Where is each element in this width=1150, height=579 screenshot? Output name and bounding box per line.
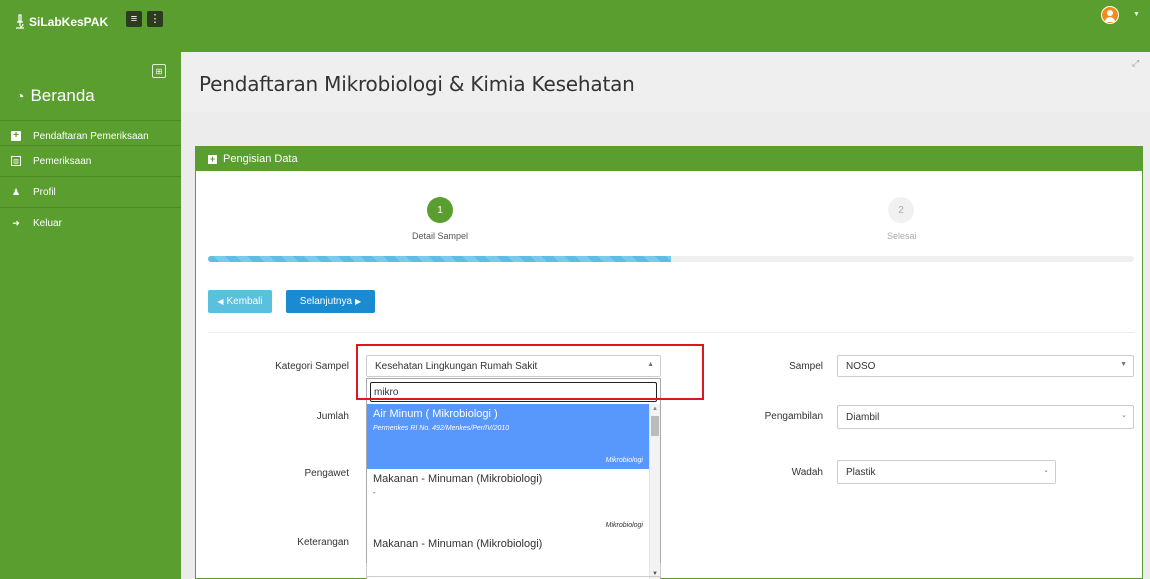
- next-button-label: Selanjutnya: [299, 296, 353, 307]
- step-2-label: Selesai: [887, 231, 917, 241]
- sampel-select[interactable]: NOSO ▼: [837, 355, 1134, 377]
- hamburger-icon: ≡: [130, 12, 138, 25]
- dropdown-search-value: mikro: [374, 386, 399, 398]
- dropdown-option[interactable]: Makanan - Minuman (Mikrobiologi) - Mikro…: [367, 469, 649, 534]
- option-subtitle: Permenkes RI No. 492/Menkes/Per/IV/2010: [373, 425, 510, 432]
- kategori-sampel-label: Kategori Sampel: [275, 361, 349, 372]
- next-button[interactable]: Selanjutnya ▶: [286, 290, 375, 313]
- sidebar-item-label: Pendaftaran Pemeriksaan: [33, 130, 149, 142]
- option-title: Air Minum ( Mikrobiologi ): [373, 408, 498, 420]
- more-options-button[interactable]: ⋮: [147, 11, 163, 27]
- pengambilan-value: Diambil: [846, 411, 880, 423]
- plus-square-icon: +: [208, 153, 217, 164]
- plus-square-icon: +: [11, 131, 21, 141]
- back-button-label: Kembali: [226, 296, 263, 307]
- progress-fill: [208, 256, 671, 262]
- pengambilan-label: Pengambilan: [764, 411, 823, 422]
- sidebar-item-label: Pemeriksaan: [33, 155, 92, 167]
- dropdown-scrollbar[interactable]: ▲ ▼: [649, 404, 660, 579]
- sampel-label: Sampel: [789, 361, 823, 372]
- kategori-sampel-select[interactable]: Kesehatan Lingkungan Rumah Sakit ▲: [366, 355, 661, 377]
- brand-name: SiLabKesPAK: [29, 15, 109, 29]
- main-content: Pendaftaran Mikrobiologi & Kimia Kesehat…: [181, 52, 1150, 579]
- page-title: Pendaftaran Mikrobiologi & Kimia Kesehat…: [199, 72, 635, 96]
- top-navbar: SiLabKesPAK ≡ ⋮ ▼: [0, 0, 1150, 52]
- menu-toggle-button[interactable]: ≡: [126, 11, 142, 27]
- option-category: Mikrobiologi: [605, 522, 643, 529]
- dropdown-options-list: Air Minum ( Mikrobiologi ) Permenkes RI …: [367, 404, 649, 579]
- sidebar-item-label: Keluar: [33, 217, 62, 229]
- keterangan-textarea[interactable]: [366, 563, 661, 577]
- step-1-label: Detail Sampel: [412, 231, 469, 241]
- sidebar-item-pemeriksaan[interactable]: ▥ Pemeriksaan: [0, 145, 181, 176]
- sidebar-item-profil[interactable]: ♟ Profil: [0, 176, 181, 207]
- keterangan-label: Keterangan: [297, 537, 349, 548]
- sidebar-home-link[interactable]: ◔ Beranda: [16, 86, 95, 106]
- sidebar-item-keluar[interactable]: ➜ Keluar: [0, 207, 181, 238]
- step-1-indicator: 1: [427, 197, 453, 223]
- wadah-label: Wadah: [791, 467, 823, 478]
- chevron-down-icon[interactable]: ▼: [1133, 11, 1140, 18]
- microscope-icon: [16, 14, 24, 29]
- scroll-up-icon[interactable]: ▲: [652, 406, 658, 412]
- brand-logo[interactable]: SiLabKesPAK: [14, 14, 108, 30]
- option-subtitle: -: [373, 490, 376, 497]
- wadah-value: Plastik: [846, 466, 876, 478]
- dashboard-icon: ◔: [16, 88, 25, 104]
- arrow-left-circle-icon: ◀: [217, 297, 224, 306]
- divider: [208, 332, 1134, 333]
- dropdown-option[interactable]: Air Minum ( Mikrobiologi ) Permenkes RI …: [367, 404, 649, 469]
- user-avatar-icon[interactable]: [1101, 6, 1119, 24]
- panel-header: + Pengisian Data: [196, 147, 1142, 171]
- grid-icon: ▥: [11, 156, 21, 166]
- sidebar: ⊞ ◔ Beranda + Pendaftaran Pemeriksaan ▥ …: [0, 52, 181, 579]
- form-panel: + Pengisian Data 1 Detail Sampel 2 Seles…: [195, 146, 1143, 579]
- user-icon: ♟: [11, 186, 21, 197]
- chevron-down-icon: ⌄: [1121, 412, 1127, 419]
- fullscreen-icon[interactable]: ⤢: [1132, 58, 1139, 69]
- sidebar-collapse-icon[interactable]: ⊞: [152, 64, 166, 78]
- dropdown-search-input[interactable]: mikro: [370, 382, 657, 402]
- option-category: Mikrobiologi: [605, 457, 643, 464]
- scrollbar-thumb[interactable]: [651, 416, 659, 436]
- sidebar-header: ⊞ ◔ Beranda: [0, 52, 181, 120]
- sidebar-home-label: Beranda: [30, 86, 95, 105]
- kategori-dropdown: mikro Air Minum ( Mikrobiologi ) Permenk…: [366, 378, 661, 579]
- panel-title: Pengisian Data: [223, 153, 298, 165]
- sign-out-icon: ➜: [12, 217, 20, 228]
- option-title: Makanan - Minuman (Mikrobiologi): [373, 538, 543, 550]
- chevron-down-icon: ⌄: [1043, 467, 1049, 474]
- chevron-down-icon: ▼: [1120, 361, 1127, 368]
- chevron-up-icon: ▲: [647, 361, 654, 368]
- vertical-dots-icon: ⋮: [149, 12, 161, 25]
- back-button[interactable]: ◀ Kembali: [208, 290, 272, 313]
- kategori-sampel-value: Kesehatan Lingkungan Rumah Sakit: [375, 360, 538, 372]
- option-title: Makanan - Minuman (Mikrobiologi): [373, 473, 543, 485]
- sampel-value: NOSO: [846, 360, 876, 372]
- step-2-indicator: 2: [888, 197, 914, 223]
- sidebar-item-label: Profil: [33, 186, 56, 198]
- wadah-select[interactable]: Plastik ⌄: [837, 460, 1056, 484]
- jumlah-label: Jumlah: [316, 411, 349, 422]
- wizard-progress-bar: [208, 256, 1134, 262]
- page-header: Pendaftaran Mikrobiologi & Kimia Kesehat…: [181, 52, 1150, 112]
- pengawet-label: Pengawet: [304, 468, 349, 479]
- arrow-right-circle-icon: ▶: [355, 297, 362, 306]
- pengambilan-select[interactable]: Diambil ⌄: [837, 405, 1134, 429]
